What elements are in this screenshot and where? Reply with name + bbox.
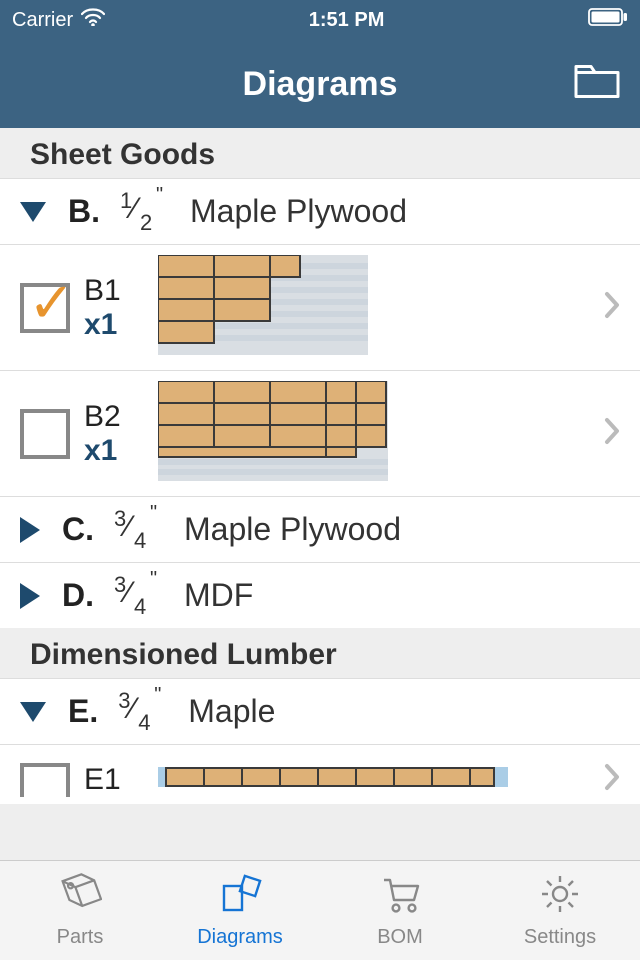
diagram-row-e1[interactable]: E1: [0, 744, 640, 804]
material-letter: B.: [68, 193, 100, 230]
diagram-label: B2: [84, 400, 144, 434]
material-row-c[interactable]: C. 3 ⁄ 4 " Maple Plywood: [0, 496, 640, 562]
folder-icon: [574, 88, 620, 105]
dimension-fraction: 1 ⁄ 2 ": [118, 194, 168, 230]
content-scroll[interactable]: Sheet Goods B. 1 ⁄ 2 " Maple Plywood ✓ B…: [0, 128, 640, 860]
carrier-label: Carrier: [12, 9, 73, 32]
chevron-down-icon: [20, 702, 46, 722]
diagram-row-b2[interactable]: B2 x1: [0, 370, 640, 496]
cut-preview-e1: [158, 767, 508, 792]
chevron-down-icon: [20, 202, 46, 222]
nav-bar: Diagrams: [0, 40, 640, 128]
tab-label: BOM: [377, 926, 423, 949]
tab-label: Parts: [57, 926, 104, 949]
diagram-row-b1[interactable]: ✓ B1 x1: [0, 244, 640, 370]
diagram-qty: x1: [84, 434, 144, 468]
cut-preview-b2: [158, 381, 388, 486]
tab-label: Diagrams: [197, 926, 283, 949]
tag-icon: [58, 872, 102, 922]
diagram-label: E1: [84, 763, 144, 797]
tab-parts[interactable]: Parts: [0, 861, 160, 960]
status-bar: Carrier 1:51 PM: [0, 0, 640, 40]
chevron-right-icon: [604, 291, 620, 324]
material-name: MDF: [184, 577, 253, 614]
diagram-label: B1: [84, 274, 144, 308]
gear-icon: [538, 872, 582, 922]
section-header-lumber: Dimensioned Lumber: [0, 628, 640, 678]
checkmark-icon: ✓: [28, 275, 75, 331]
diagram-qty: x1: [84, 308, 144, 342]
checkbox-b1[interactable]: ✓: [20, 283, 70, 333]
tab-bom[interactable]: BOM: [320, 861, 480, 960]
chevron-right-icon: [20, 583, 40, 609]
dimension-fraction: 3 ⁄ 4 ": [116, 694, 166, 730]
checkbox-e1[interactable]: [20, 763, 70, 797]
tab-label: Settings: [524, 926, 596, 949]
clock: 1:51 PM: [309, 9, 385, 32]
checkbox-b2[interactable]: [20, 409, 70, 459]
cart-icon: [378, 872, 422, 922]
tab-bar: Parts Diagrams BOM Settings: [0, 860, 640, 960]
material-letter: C.: [62, 511, 94, 548]
chevron-right-icon: [604, 417, 620, 450]
battery-icon: [588, 8, 628, 32]
tab-diagrams[interactable]: Diagrams: [160, 861, 320, 960]
cut-preview-b1: [158, 255, 368, 360]
dimension-fraction: 3 ⁄ 4 ": [112, 512, 162, 548]
material-letter: E.: [68, 693, 98, 730]
material-letter: D.: [62, 577, 94, 614]
material-row-d[interactable]: D. 3 ⁄ 4 " MDF: [0, 562, 640, 628]
wifi-icon: [81, 8, 105, 32]
chevron-right-icon: [604, 763, 620, 796]
shapes-icon: [218, 872, 262, 922]
tab-settings[interactable]: Settings: [480, 861, 640, 960]
material-name: Maple Plywood: [184, 511, 401, 548]
material-name: Maple: [188, 693, 275, 730]
material-row-e[interactable]: E. 3 ⁄ 4 " Maple: [0, 678, 640, 744]
chevron-right-icon: [20, 517, 40, 543]
material-name: Maple Plywood: [190, 193, 407, 230]
dimension-fraction: 3 ⁄ 4 ": [112, 578, 162, 614]
page-title: Diagrams: [243, 65, 398, 104]
section-header-sheet-goods: Sheet Goods: [0, 128, 640, 178]
folder-button[interactable]: [574, 63, 620, 106]
material-row-b[interactable]: B. 1 ⁄ 2 " Maple Plywood: [0, 178, 640, 244]
